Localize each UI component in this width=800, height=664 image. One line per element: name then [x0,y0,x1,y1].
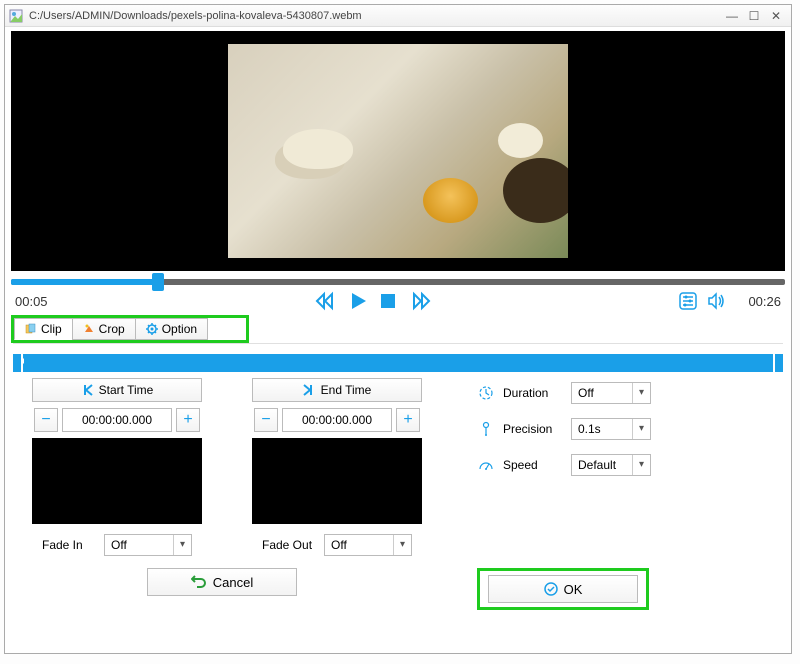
settings-icon[interactable] [678,291,698,311]
cancel-label: Cancel [213,575,253,590]
seek-row [5,271,791,287]
playback-controls: 00:05 00:26 [5,287,791,313]
duration-value: Off [572,386,632,400]
volume-icon[interactable] [706,291,726,311]
footer: Cancel OK [5,556,791,620]
speed-label: Speed [503,458,563,472]
end-time-minus[interactable]: − [254,408,278,432]
end-time-value[interactable]: 00:00:00.000 [282,408,392,432]
app-window: C:/Users/ADMIN/Downloads/pexels-polina-k… [4,4,792,654]
video-preview-area [11,31,785,271]
clip-end-handle[interactable] [775,354,783,372]
next-icon[interactable] [408,291,432,311]
seek-track[interactable] [11,275,785,287]
end-column: End Time − 00:00:00.000 + Fade Out Off ▾ [237,378,437,556]
gear-icon [146,323,158,335]
tab-option-label: Option [162,322,197,336]
current-time: 00:05 [15,294,85,309]
fade-out-label: Fade Out [262,538,316,552]
precision-value: 0.1s [572,422,632,436]
chevron-down-icon: ▾ [393,535,411,555]
duration-icon [477,384,495,402]
tab-clip-label: Clip [41,322,62,336]
clip-icon [25,323,37,335]
tabs: Clip Crop Option [14,318,246,340]
start-time-label: Start Time [99,383,154,397]
start-thumbnail [32,438,202,524]
start-time-plus[interactable]: + [176,408,200,432]
check-circle-icon [544,582,558,596]
clip-start-handle[interactable] [13,354,21,372]
end-time-button[interactable]: End Time [252,378,422,402]
tab-crop-label: Crop [99,322,125,336]
close-button[interactable]: ✕ [765,9,787,23]
fade-in-value: Off [105,538,173,552]
chevron-down-icon: ▾ [632,383,650,403]
duration-label: Duration [503,386,563,400]
play-icon[interactable] [348,291,368,311]
tab-crop[interactable]: Crop [72,318,136,340]
stop-icon[interactable] [378,291,398,311]
seek-thumb[interactable] [152,273,164,291]
fade-in-label: Fade In [42,538,96,552]
start-time-minus[interactable]: − [34,408,58,432]
undo-icon [191,575,207,589]
clip-range-row [5,348,791,378]
cancel-button[interactable]: Cancel [147,568,297,596]
speed-icon [477,456,495,474]
start-marker-icon [81,384,93,396]
precision-icon [477,420,495,438]
start-time-button[interactable]: Start Time [32,378,202,402]
duration-select[interactable]: Off ▾ [571,382,651,404]
window-title: C:/Users/ADMIN/Downloads/pexels-polina-k… [29,10,721,22]
start-column: Start Time − 00:00:00.000 + Fade In Off … [17,378,217,556]
maximize-button[interactable]: ☐ [743,9,765,23]
ok-highlight: OK [477,568,649,610]
app-icon [9,9,23,23]
chevron-down-icon: ▾ [632,419,650,439]
precision-select[interactable]: 0.1s ▾ [571,418,651,440]
end-time-label: End Time [321,383,372,397]
total-time: 00:26 [748,294,781,309]
titlebar: C:/Users/ADMIN/Downloads/pexels-polina-k… [5,5,791,27]
tab-clip[interactable]: Clip [14,318,73,340]
video-frame [228,44,568,258]
speed-select[interactable]: Default ▾ [571,454,651,476]
end-marker-icon [303,384,315,396]
fade-out-value: Off [325,538,393,552]
crop-icon [83,323,95,335]
fade-in-select[interactable]: Off ▾ [104,534,192,556]
end-time-plus[interactable]: + [396,408,420,432]
precision-label: Precision [503,422,563,436]
chevron-down-icon: ▾ [173,535,191,555]
chevron-down-icon: ▾ [632,455,650,475]
ok-label: OK [564,582,583,597]
tabs-highlight: Clip Crop Option [11,315,249,343]
ok-button[interactable]: OK [488,575,638,603]
start-time-value[interactable]: 00:00:00.000 [62,408,172,432]
clip-range-bar[interactable] [23,354,773,372]
prev-icon[interactable] [314,291,338,311]
tab-option[interactable]: Option [135,318,208,340]
options-column: Duration Off ▾ Precision 0.1s ▾ [457,378,779,556]
clip-panel: Start Time − 00:00:00.000 + Fade In Off … [5,378,791,556]
divider [13,343,783,344]
end-thumbnail [252,438,422,524]
speed-value: Default [572,458,632,472]
fade-out-select[interactable]: Off ▾ [324,534,412,556]
minimize-button[interactable]: — [721,9,743,23]
